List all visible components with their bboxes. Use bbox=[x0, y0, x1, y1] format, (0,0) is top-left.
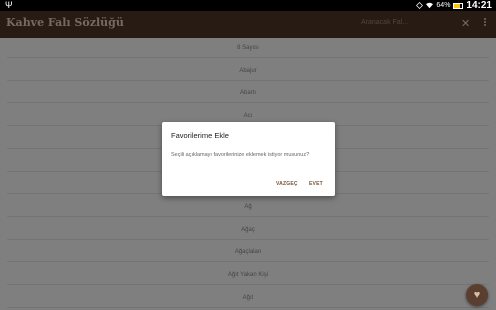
dialog-message: Seçili açıklamayı favorilerinize eklemek… bbox=[171, 152, 310, 158]
heart-icon: ♥ bbox=[473, 289, 481, 301]
battery-icon bbox=[453, 2, 464, 9]
status-bar: Ψ 64% 14:21 bbox=[0, 0, 496, 11]
usb-icon: Ψ bbox=[5, 0, 13, 10]
dialog-title: Favorilerime Ekle bbox=[171, 131, 229, 140]
cancel-button[interactable]: VAZGEÇ bbox=[276, 181, 298, 187]
clock: 14:21 bbox=[466, 0, 492, 11]
wifi-icon bbox=[426, 2, 434, 9]
battery-percent: 64% bbox=[436, 2, 451, 9]
screen-rotation-icon bbox=[416, 2, 424, 9]
confirm-button[interactable]: EVET bbox=[309, 181, 323, 187]
add-favorite-dialog: Favorilerime Ekle Seçili açıklamayı favo… bbox=[162, 122, 335, 196]
favorites-fab[interactable]: ♥ bbox=[466, 284, 488, 306]
